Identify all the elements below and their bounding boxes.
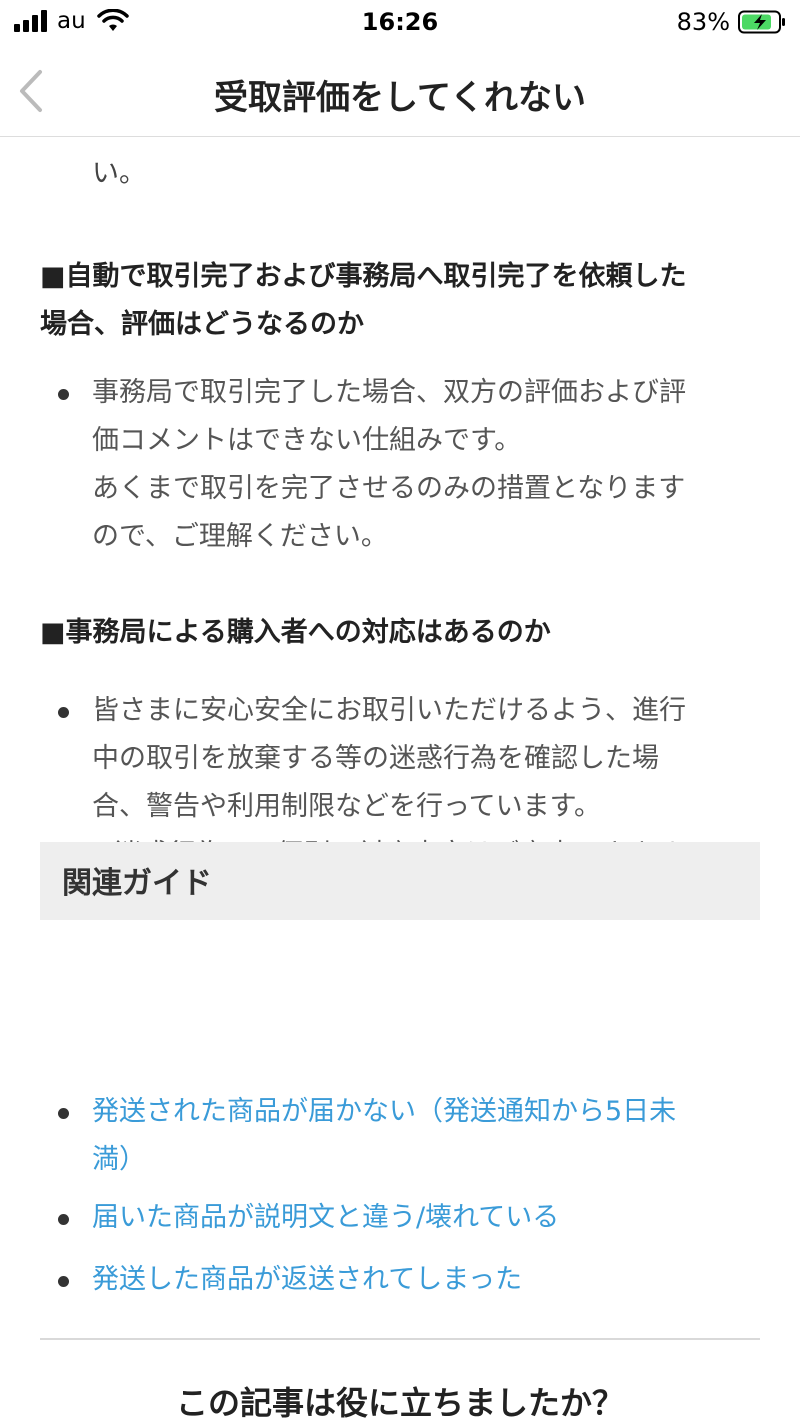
related-link-not-delivered[interactable]: 発送された商品が届かない（発送通知から5日未 満） — [58, 1088, 760, 1184]
bullet-line: 皆さまに安心安全にお取引いただけるよう、進行 — [92, 695, 686, 726]
navigation-bar: 受取評価をしてくれない — [0, 46, 800, 137]
heading-line: 場合、評価はどうなるのか — [40, 309, 364, 340]
page-title: 受取評価をしてくれない — [214, 78, 586, 118]
heading-line: ■自動で取引完了および事務局へ取引完了を依頼した — [40, 261, 687, 292]
link-line: 発送された商品が届かない（発送通知から5日未 — [92, 1096, 677, 1127]
related-guide-header: 関連ガイド — [40, 842, 760, 920]
bullet-line: 中の取引を放棄する等の迷惑行為を確認した場 — [92, 743, 659, 774]
bullet-line: 事務局で取引完了した場合、双方の評価および評 — [92, 377, 686, 408]
divider — [40, 1338, 760, 1340]
bullet-line: 合、警告や利用制限などを行っています。 — [92, 791, 601, 822]
bullet-line: 価コメントはできない仕組みです。 — [92, 425, 522, 456]
status-bar: au 16:26 83% — [0, 0, 800, 46]
previous-text-tail: い。 — [92, 158, 146, 189]
link-line: 満） — [92, 1144, 146, 1175]
section-heading-auto-complete: ■自動で取引完了および事務局へ取引完了を依頼した 場合、評価はどうなるのか — [40, 253, 760, 349]
feedback-question: この記事は役に立ちましたか？ — [175, 1384, 624, 1422]
battery-percent: 83% — [676, 8, 730, 36]
battery-charging-icon — [738, 10, 785, 34]
heading-line: ■事務局による購入者への対応はあるのか — [40, 617, 551, 648]
bullet-line: あくまで取引を完了させるのみの措置となります — [92, 473, 686, 504]
link-line: 発送した商品が返送されてしまった — [92, 1264, 523, 1295]
bullet-line: ので、ご理解ください。 — [92, 521, 388, 552]
list-item: 事務局で取引完了した場合、双方の評価および評 価コメントはできない仕組みです。 … — [58, 369, 760, 561]
related-link-damaged-item[interactable]: 届いた商品が説明文と違う/壊れている — [58, 1194, 760, 1242]
link-line: 届いた商品が説明文と違う/壊れている — [92, 1202, 560, 1233]
section-heading-office-response: ■事務局による購入者への対応はあるのか — [40, 609, 760, 657]
status-right: 83% — [677, 8, 786, 36]
related-guide-title: 関連ガイド — [62, 866, 212, 901]
related-link-returned-item[interactable]: 発送した商品が返送されてしまった — [58, 1256, 760, 1304]
